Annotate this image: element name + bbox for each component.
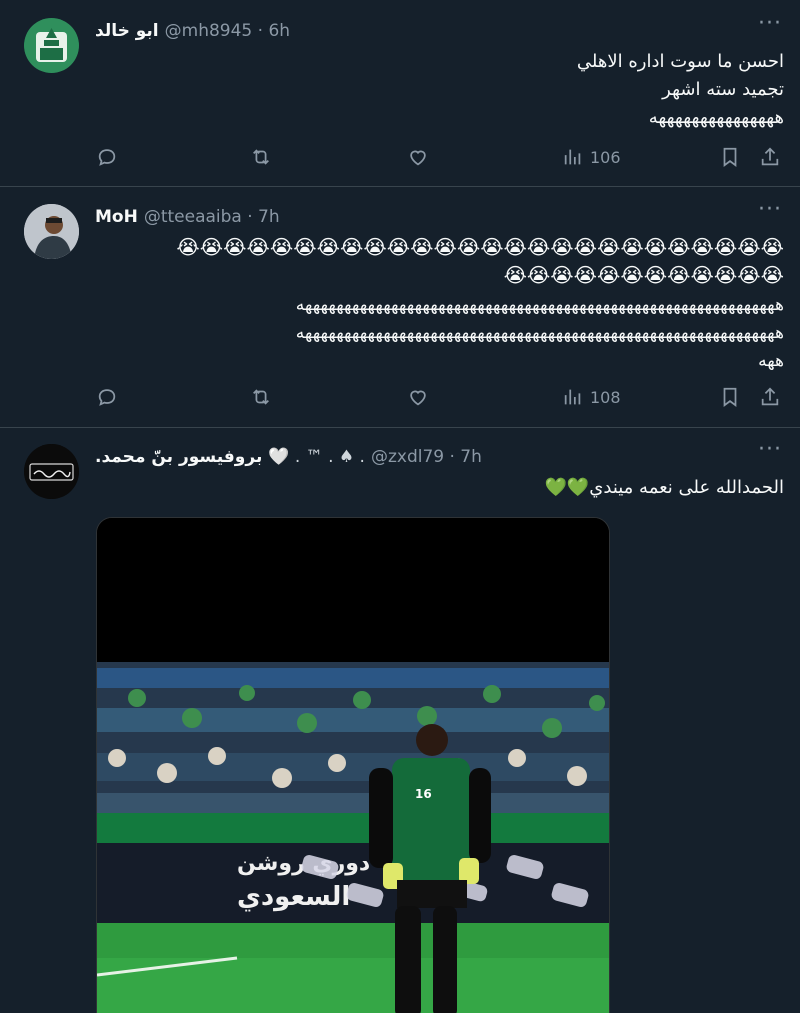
retweet-button[interactable] [250,143,272,171]
views-count: 106 [590,147,621,167]
tweet-text-line: احسن ما سوت اداره الاهلي [576,51,784,72]
ad-board-line2: السعودي [237,882,350,912]
like-icon [410,150,426,166]
tweet[interactable]: MoH @tteeaaiba · 7h ··· 😭😭😭😭😭😭😭😭😭😭😭😭😭😭😭😭… [0,187,800,428]
tweet-text-line: تجميد سته اشهر [662,79,784,100]
laugh-line: ههه [758,351,784,371]
tweet-text: احسن ما سوت اداره الاهلي تجميد سته اشهر … [95,48,784,132]
tweet-header: .بروفيسور بنّ محمد 🤍 . ™ . ♠ . @zxdl79 ·… [95,445,482,469]
like-button[interactable] [407,143,429,171]
tweet-actions: 106 [96,143,784,171]
laugh-line: هههههههههههههههههههههههههههههههههههههههه… [295,295,784,315]
bookmark-button[interactable] [719,143,741,171]
handle-decoration: 🤍 . ™ . ♠ . [268,447,365,467]
views-icon [564,149,581,165]
like-icon [410,390,426,406]
club-crest-avatar-icon [24,18,79,73]
reply-button[interactable] [96,383,118,411]
tweet-text: هههههههههههههههههههههههههههههههههههههههه… [95,291,784,375]
tweet-header: MoH @tteeaaiba · 7h [95,205,280,229]
share-icon [761,147,779,166]
tweet-text: الحمدالله على نعمه ميندي💚💚 [544,477,784,498]
share-button[interactable] [759,143,781,171]
handle-time[interactable]: @mh8945 · 6h [165,21,290,41]
tweet-actions: 108 [96,383,784,411]
tweet[interactable]: .بروفيسور بنّ محمد 🤍 . ™ . ♠ . @zxdl79 ·… [0,428,800,1013]
retweet-icon [253,149,269,165]
display-name[interactable]: .بروفيسور بنّ محمد [95,447,262,467]
goalkeeper-photo: دوري روشن السعودي 16 [97,518,609,1013]
like-button[interactable] [407,383,429,411]
tweet[interactable]: ابو خالد @mh8945 · 6h ··· احسن ما سوت اد… [0,0,800,187]
user-photo-avatar-icon [24,204,79,259]
more-icon[interactable]: ··· [758,199,782,224]
share-button[interactable] [759,383,781,411]
views-icon [564,389,581,405]
reply-icon [98,389,116,406]
retweet-icon [253,389,269,405]
tweet-media-image[interactable]: دوري روشن السعودي 16 [96,517,610,1013]
more-icon[interactable]: ··· [758,439,782,464]
avatar[interactable] [24,204,79,259]
avatar[interactable] [24,18,79,73]
emoji-line: 😭😭😭😭😭😭😭😭😭😭😭😭😭😭😭😭😭😭😭😭😭😭😭😭😭😭 [176,235,784,259]
handle-time[interactable]: @tteeaaiba · 7h [144,207,280,227]
reply-icon [98,149,116,166]
display-name[interactable]: ابو خالد [95,21,159,41]
tweet-text-line: هههههههههههههههه [648,107,784,128]
reply-button[interactable] [96,143,118,171]
display-name[interactable]: MoH [95,207,138,227]
share-icon [761,387,779,406]
jersey-number: 16 [415,787,432,801]
laugh-line: هههههههههههههههههههههههههههههههههههههههه… [295,323,784,343]
emoji-line: 😭😭😭😭😭😭😭😭😭😭😭😭 [503,263,784,287]
views-button[interactable]: 106 [562,143,621,171]
bookmark-icon [723,147,737,167]
handle-time[interactable]: @zxdl79 · 7h [371,447,482,467]
views-button[interactable]: 108 [562,383,621,411]
bookmark-button[interactable] [719,383,741,411]
retweet-button[interactable] [250,383,272,411]
more-icon[interactable]: ··· [758,13,782,38]
views-count: 108 [590,387,621,407]
tweet-text: 😭😭😭😭😭😭😭😭😭😭😭😭😭😭😭😭😭😭😭😭😭😭😭😭😭😭 😭😭😭😭😭😭😭😭😭😭😭😭 [95,233,784,289]
avatar[interactable] [24,444,79,499]
bookmark-icon [723,387,737,407]
calligraphy-avatar-icon [24,444,79,499]
tweet-header: ابو خالد @mh8945 · 6h [95,19,290,43]
